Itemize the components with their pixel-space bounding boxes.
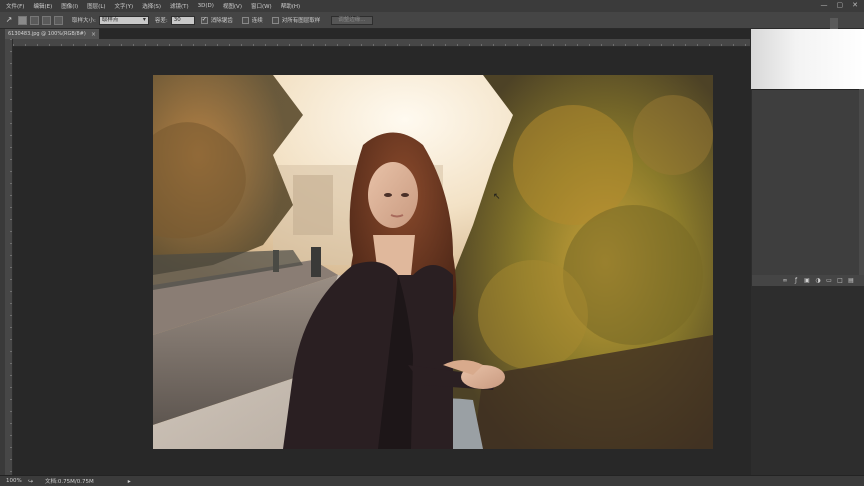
menu-select[interactable]: 选择(S): [142, 2, 161, 10]
link-icon[interactable]: ∞: [782, 277, 788, 284]
menu-help[interactable]: 帮助(H): [281, 2, 300, 10]
sample-size-select[interactable]: 取样点: [98, 15, 149, 25]
add-selection-mode-button[interactable]: [30, 15, 39, 25]
tolerance-input[interactable]: 30: [170, 15, 195, 25]
antialias-label: 消除锯齿: [210, 18, 233, 24]
menu-edit[interactable]: 编辑(E): [33, 2, 52, 10]
close-icon[interactable]: ✕: [852, 1, 858, 9]
new-layer-icon[interactable]: □: [837, 277, 843, 284]
adjustment-icon[interactable]: ◑: [815, 277, 821, 284]
zoom-level[interactable]: 100%: [6, 478, 22, 484]
subtract-selection-mode-button[interactable]: [42, 15, 51, 25]
status-bar: 100% ↪ 文档:0.75M/0.75M ▸: [0, 475, 864, 486]
tolerance-label: 容差:: [154, 18, 168, 24]
menu-layer[interactable]: 图层(L): [87, 2, 105, 10]
right-panel: ∞ ƒ ▣ ◑ ▭ □ ▤: [751, 29, 864, 475]
antialias-checkbox[interactable]: [200, 16, 208, 24]
document-photo[interactable]: [153, 75, 713, 449]
menu-window[interactable]: 窗口(W): [251, 2, 272, 10]
layers-panel-footer: ∞ ƒ ▣ ◑ ▭ □ ▤: [752, 275, 864, 286]
mask-icon[interactable]: ▣: [804, 277, 810, 284]
tab-close-icon[interactable]: ×: [91, 31, 96, 38]
vertical-ruler[interactable]: [5, 39, 13, 475]
fx-icon[interactable]: ƒ: [793, 277, 799, 284]
export-icon[interactable]: ↪: [28, 478, 33, 485]
folder-icon[interactable]: ▭: [826, 277, 832, 284]
menu-image[interactable]: 图像(I): [61, 2, 78, 10]
layers-scrollbar[interactable]: [859, 89, 864, 275]
document-tab[interactable]: 6130483.jpg @ 100%(RGB/8#) ×: [5, 29, 100, 39]
horizontal-ruler[interactable]: [13, 39, 750, 47]
contiguous-checkbox[interactable]: [241, 16, 249, 24]
menu-file[interactable]: 文件(F): [6, 2, 24, 10]
photo-illustration: [153, 75, 713, 449]
sample-all-layers-checkbox[interactable]: [271, 16, 279, 24]
sample-all-layers-label: 对所有图层取样: [281, 18, 321, 24]
status-menu-arrow[interactable]: ▸: [128, 478, 131, 485]
maximize-icon[interactable]: ▢: [837, 1, 844, 9]
cursor-icon: ↖: [493, 192, 501, 202]
menu-filter[interactable]: 滤镜(T): [170, 2, 189, 10]
menu-type[interactable]: 文字(Y): [115, 2, 134, 10]
new-selection-mode-button[interactable]: [18, 15, 27, 25]
layers-panel[interactable]: [752, 89, 864, 275]
document-info[interactable]: 文档:0.75M/0.75M: [45, 477, 94, 485]
menu-view[interactable]: 视图(V): [223, 2, 242, 10]
sample-size-label: 取样大小:: [72, 18, 96, 24]
menu-3d[interactable]: 3D(D): [198, 3, 214, 9]
options-bar: ↗ 取样大小: 取样点 容差: 30 消除锯齿 连续 对所有图层取样 调整边缘.…: [0, 12, 864, 29]
refine-edge-button[interactable]: 调整边缘...: [331, 15, 373, 25]
contiguous-label: 连续: [251, 18, 263, 24]
lasso-icon[interactable]: ↗: [4, 15, 14, 25]
panel-top-area: [751, 29, 864, 89]
window-controls: — ▢ ✕: [821, 1, 859, 9]
menu-bar: 文件(F) 编辑(E) 图像(I) 图层(L) 文字(Y) 选择(S) 滤镜(T…: [0, 0, 864, 12]
intersect-selection-mode-button[interactable]: [54, 15, 63, 25]
minimize-icon[interactable]: —: [821, 1, 828, 9]
trash-icon[interactable]: ▤: [848, 277, 854, 284]
document-tab-title: 6130483.jpg @ 100%(RGB/8#): [8, 31, 86, 37]
